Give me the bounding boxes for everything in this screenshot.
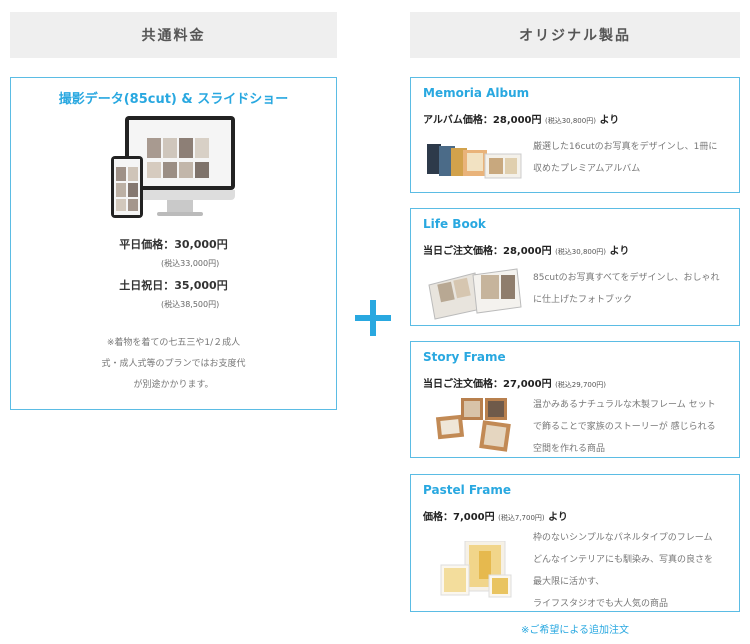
note-line: 式・成人式等のプランではお支度代 xyxy=(101,359,246,369)
product-description: 温かみあるナチュラルな木製フレーム セット で飾ることで家族のストーリーが 感じ… xyxy=(533,400,716,454)
product-description: 枠のないシンプルなパネルタイプのフレーム どんなインテリアにも馴染み、写真の良さ… xyxy=(533,533,714,609)
note-line: が別途かかります。 xyxy=(133,380,214,390)
original-products-header: オリジナル製品 xyxy=(410,12,740,58)
weekday-price: 平日価格：30,000円 xyxy=(119,238,228,251)
weekday-tax: (税込33,000円) xyxy=(161,259,220,268)
phone-image xyxy=(111,156,143,218)
product-title: Pastel Frame xyxy=(423,483,511,497)
holiday-price: 土日祝日：35,000円 xyxy=(119,279,228,292)
product-card-pastel-frame: Pastel Frame 価格：7,000円 (税込7,700円) より 枠のな… xyxy=(410,474,740,612)
main-plan-card: 撮影データ(85cut) & スライドショー 平日価格：30,000円 (税込3… xyxy=(10,77,337,410)
pastel-frame-image xyxy=(435,540,515,599)
wooden-frame-image xyxy=(435,394,515,454)
note-line: ※着物を着ての七五三や1/２成人 xyxy=(106,338,241,348)
holiday-tax: (税込38,500円) xyxy=(161,300,220,309)
photobook-image xyxy=(425,265,525,321)
common-fee-header: 共通料金 xyxy=(10,12,337,58)
product-description: 85cutのお写真すべてをデザインし、おしゃれ に仕上げたフォトブック xyxy=(533,273,720,305)
product-card-life-book: Life Book 当日ご注文価格：28,000円 (税込30,800円) より… xyxy=(410,208,740,326)
product-price: 当日ご注文価格：28,000円 (税込30,800円) より xyxy=(423,246,630,257)
additional-order-note: ※ご希望による追加注文 xyxy=(520,625,630,636)
main-plan-title: 撮影データ(85cut) & スライドショー xyxy=(58,92,289,107)
product-price: 価格：7,000円 (税込7,700円) より xyxy=(423,512,568,523)
product-title: Life Book xyxy=(423,217,486,231)
devices-image xyxy=(111,116,241,220)
product-card-memoria-album: Memoria Album アルバム価格：28,000円 (税込30,800円)… xyxy=(410,77,740,193)
album-image xyxy=(425,140,525,180)
plus-icon xyxy=(355,300,391,336)
product-description: 厳選した16cutのお写真をデザインし、1冊に 収めたプレミアムアルバム xyxy=(533,142,718,174)
product-price: アルバム価格：28,000円 (税込30,800円) より xyxy=(423,115,620,126)
product-title: Story Frame xyxy=(423,350,506,364)
product-price: 当日ご注文価格：27,000円 (税込29,700円) xyxy=(423,379,607,390)
product-title: Memoria Album xyxy=(423,86,530,100)
product-card-story-frame: Story Frame 当日ご注文価格：27,000円 (税込29,700円) … xyxy=(410,341,740,458)
